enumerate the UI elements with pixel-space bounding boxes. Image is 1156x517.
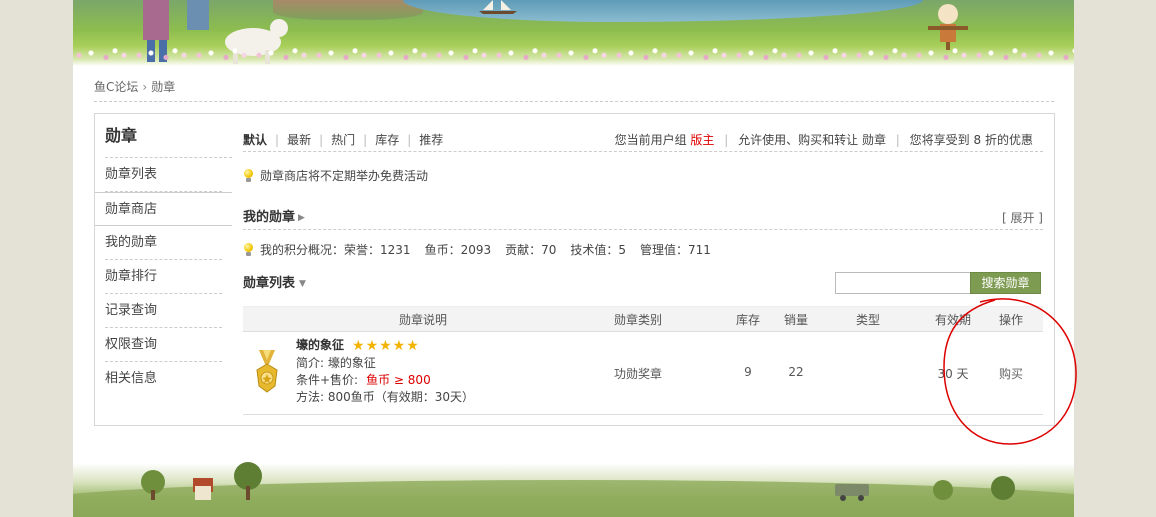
points-contribution: 贡献：70 (505, 243, 557, 257)
sidebar-item-medal-ranking[interactable]: 勋章排行 (95, 260, 232, 294)
lightbulb-icon (243, 243, 254, 256)
sidebar-item-medal-list[interactable]: 勋章列表 (95, 158, 232, 192)
sidebar-item-label: 相关信息 (105, 371, 158, 386)
medal-condition-label: 条件+售价: (296, 373, 359, 387)
flower-border (73, 42, 1074, 64)
header-banner (73, 0, 1074, 66)
column-header-category: 勋章类别 (613, 313, 662, 327)
my-medals-title[interactable]: 我的勋章 (243, 210, 295, 225)
gold-medal-icon (256, 350, 278, 393)
sidebar: 勋章 勋章列表 勋章商店 我的勋章 勋章排行 记录查询 权限查询 相关信息 (95, 114, 232, 425)
trees-illustration (141, 462, 262, 500)
left-background (0, 0, 73, 517)
medal-name[interactable]: 壕的象征 (296, 338, 344, 352)
column-header-description: 勋章说明 (398, 313, 447, 327)
sidebar-item-label: 勋章商店 (105, 202, 158, 217)
medal-list-dropdown[interactable]: 勋章列表 ▼ (243, 274, 306, 294)
points-fish-coin: 鱼币：2093 (424, 243, 492, 257)
points-management: 管理值：711 (640, 243, 711, 257)
medal-price: 鱼币 ≥ 800 (366, 373, 431, 387)
discount-value: 8 (973, 133, 982, 147)
right-background (1074, 0, 1156, 517)
sidebar-item-permissions[interactable]: 权限查询 (95, 328, 232, 362)
medal-list-title: 勋章列表 (243, 276, 296, 291)
sort-tabs: 默认 | 最新 | 热门 | 库存 | 推荐 您当前用户组 版主 | 允许使用、… (243, 128, 1043, 152)
search-medal-button[interactable]: 搜索勋章 (970, 272, 1041, 294)
sidebar-item-medal-shop[interactable]: 勋章商店 (95, 192, 232, 226)
table-row: 壕的象征 ★★★★★ 简介: 壕的象征 条件+售价: 鱼币 ≥ 800 方法: 80… (243, 333, 1043, 415)
medal-sales: 22 (788, 365, 804, 379)
sidebar-item-my-medals[interactable]: 我的勋章 (95, 226, 232, 260)
sidebar-item-label: 我的勋章 (105, 235, 158, 250)
caret-right-icon: ▶ (298, 213, 305, 223)
column-header-sales: 销量 (783, 313, 808, 327)
medal-stock: 9 (744, 365, 752, 379)
column-header-action: 操作 (998, 313, 1023, 327)
tab-latest[interactable]: 最新 (287, 128, 311, 152)
user-group-info: 您当前用户组 版主 | 允许使用、购买和转让 勋章 | 您将享受到 8 折的优惠 (614, 133, 1033, 147)
sidebar-title: 勋章 (105, 122, 232, 158)
lightbulb-icon (243, 169, 254, 182)
shop-notice: 勋章商店将不定期举办免费活动 (243, 166, 428, 186)
sidebar-item-label: 权限查询 (105, 337, 158, 352)
points-honor: 荣誉：1231 (344, 243, 411, 257)
column-header-validity: 有效期 (934, 313, 971, 327)
medal-search-input[interactable] (835, 272, 971, 294)
column-header-stock: 库存 (735, 313, 760, 327)
star-rating: ★★★★★ (352, 338, 420, 354)
tab-recommended[interactable]: 推荐 (419, 128, 443, 152)
tab-hot[interactable]: 热门 (331, 128, 355, 152)
tab-default[interactable]: 默认 (243, 128, 267, 152)
village-illustration (273, 0, 423, 20)
table-header: 勋章说明 勋章类别 库存 销量 类型 有效期 操作 (243, 306, 1043, 332)
breadcrumb-current-link[interactable]: 勋章 (151, 80, 175, 94)
discount-prefix: 您将享受到 (909, 133, 970, 147)
buy-button[interactable]: 购买 (983, 365, 1039, 382)
main-panel: 勋章 勋章列表 勋章商店 我的勋章 勋章排行 记录查询 权限查询 相关信息 默认… (94, 113, 1055, 426)
breadcrumb-home-link[interactable]: 鱼C论坛 (94, 80, 138, 94)
group-prefix: 您当前用户组 (614, 133, 687, 147)
breadcrumb: 鱼C论坛 › 勋章 (94, 78, 1054, 102)
sailboat-icon (479, 0, 517, 14)
group-permission: 允许使用、购买和转让 勋章 (738, 133, 886, 147)
group-name: 版主 (690, 133, 715, 147)
sidebar-item-related-info[interactable]: 相关信息 (95, 362, 232, 396)
points-summary: 我的积分概况：荣誉：1231 鱼币：2093 贡献：70 技术值：5 管理值：711 (243, 240, 725, 260)
points-tech: 技术值：5 (570, 243, 627, 257)
discount-suffix: 折的优惠 (984, 133, 1033, 147)
medal-method: 方法: 800鱼币（有效期：30天） (296, 390, 475, 404)
expand-link[interactable]: [ 展开 ] (1002, 208, 1043, 228)
column-header-type: 类型 (855, 313, 880, 327)
sidebar-item-label: 勋章列表 (105, 167, 158, 182)
sidebar-item-records[interactable]: 记录查询 (95, 294, 232, 328)
sidebar-item-label: 勋章排行 (105, 269, 158, 284)
breadcrumb-separator: › (142, 80, 148, 94)
medal-description: 壕的象征 ★★★★★ 简介: 壕的象征 条件+售价: 鱼币 ≥ 800 方法: 80… (296, 337, 596, 406)
my-medals-header: 我的勋章 ▶ [ 展开 ] (243, 208, 1043, 230)
medal-validity: 30 天 (937, 367, 969, 381)
notice-text: 勋章商店将不定期举办免费活动 (260, 169, 429, 183)
caret-down-icon: ▼ (299, 279, 306, 289)
footer-landscape (73, 440, 1074, 517)
sidebar-item-label: 记录查询 (105, 303, 158, 318)
bus-icon (835, 484, 869, 501)
medal-category: 功勋奖章 (613, 367, 662, 381)
points-label: 我的积分概况： (260, 243, 345, 257)
tab-stock[interactable]: 库存 (375, 128, 399, 152)
medal-intro: 简介: 壕的象征 (296, 356, 376, 370)
bushes-illustration (933, 476, 1015, 500)
page: 鱼C论坛 › 勋章 勋章 勋章列表 勋章商店 我的勋章 勋章排行 记录查询 权限查询 (73, 0, 1074, 517)
content-area: 默认 | 最新 | 热门 | 库存 | 推荐 您当前用户组 版主 | 允许使用、… (243, 114, 1043, 425)
